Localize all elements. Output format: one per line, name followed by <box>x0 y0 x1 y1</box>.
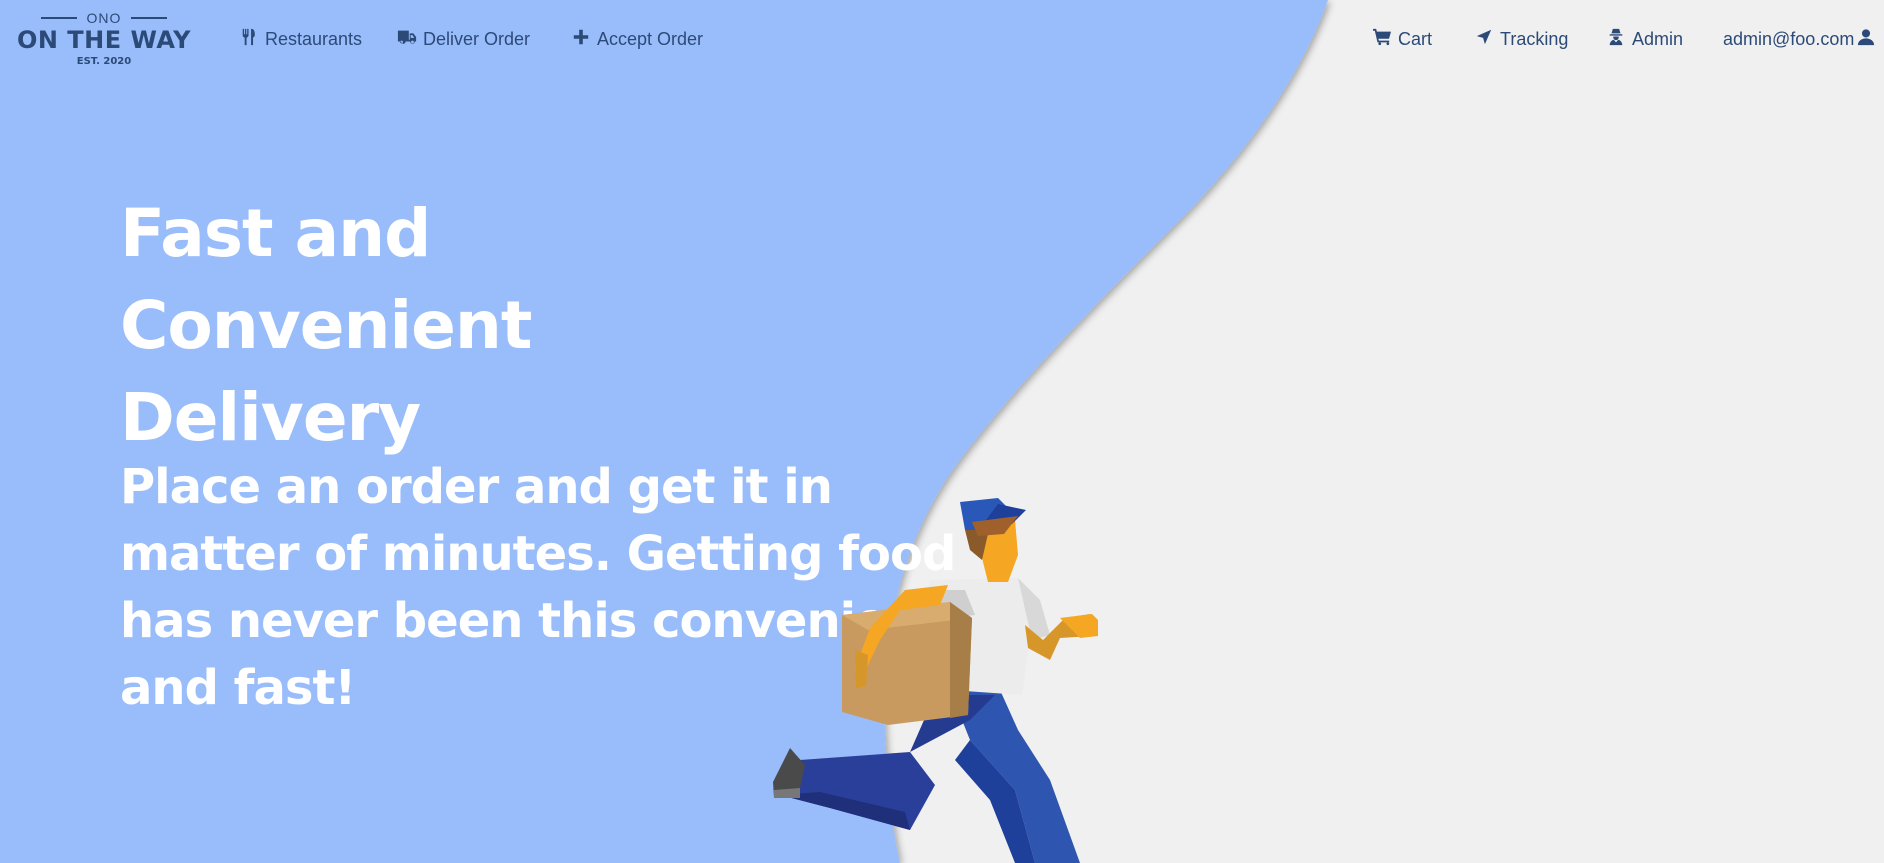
nav-cart-label: Cart <box>1398 29 1433 49</box>
nav-deliver-order[interactable]: Deliver Order <box>397 28 530 51</box>
nav-tracking[interactable]: Tracking <box>1474 28 1568 51</box>
logo-line-left <box>40 17 77 19</box>
nav-user-account[interactable]: admin@foo.com <box>1723 28 1876 51</box>
top-navbar: ONO ON THE WAY EST. 2020 Restaurants Del… <box>0 0 1884 80</box>
logo-est-text: EST. 2020 <box>76 56 132 67</box>
location-arrow-icon <box>1474 28 1494 51</box>
nav-admin[interactable]: Admin <box>1606 28 1683 51</box>
user-icon <box>1856 28 1876 51</box>
running-delivery-man-illustration <box>773 498 1098 863</box>
nav-restaurants-label: Restaurants <box>265 29 363 49</box>
landing-page: ONO ON THE WAY EST. 2020 Restaurants Del… <box>0 0 1884 863</box>
logo-main-text: ON THE WAY <box>16 26 192 54</box>
nav-accept-order[interactable]: Accept Order <box>571 28 703 51</box>
nav-restaurants[interactable]: Restaurants <box>239 28 362 51</box>
utensils-icon <box>239 28 259 51</box>
plus-icon <box>571 28 591 51</box>
nav-cart[interactable]: Cart <box>1372 28 1432 51</box>
hero-title: Fast and Convenient Delivery <box>120 195 532 456</box>
nav-tracking-label: Tracking <box>1500 29 1569 49</box>
logo-line-right <box>131 17 168 19</box>
nav-accept-order-label: Accept Order <box>597 29 704 49</box>
cart-icon <box>1372 28 1392 51</box>
nav-admin-label: Admin <box>1632 29 1684 49</box>
logo-top-text: ONO <box>86 10 122 26</box>
brand-logo[interactable]: ONO ON THE WAY EST. 2020 <box>14 10 194 74</box>
user-secret-icon <box>1606 28 1626 51</box>
nav-user-email: admin@foo.com <box>1723 29 1855 49</box>
nav-deliver-order-label: Deliver Order <box>423 29 531 49</box>
truck-icon <box>397 28 417 51</box>
